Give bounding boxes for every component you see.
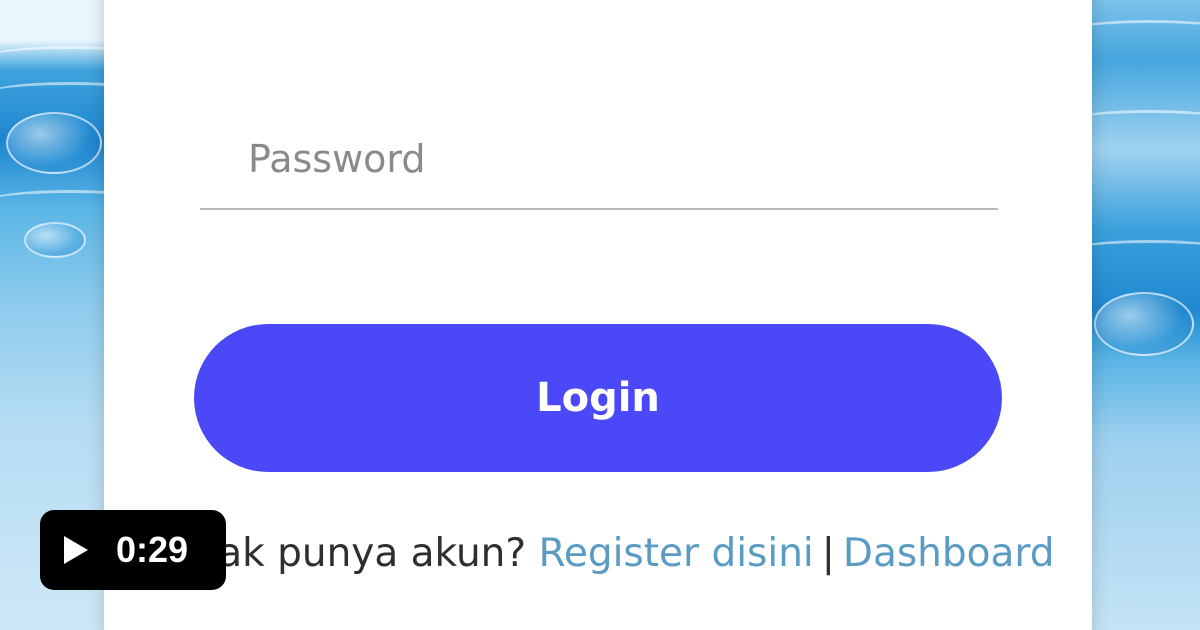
link-separator: | (821, 531, 835, 576)
screen: Login Tidak punya akun? Register disini |… (0, 0, 1200, 630)
water-bubble (1094, 292, 1194, 356)
footer-links: Tidak punya akun? Register disini | Dashbo… (160, 526, 1055, 582)
password-input[interactable] (246, 126, 990, 192)
video-duration: 0:29 (116, 529, 189, 570)
play-icon (64, 536, 88, 564)
water-bubble (6, 112, 102, 174)
login-button[interactable]: Login (194, 324, 1002, 472)
wave-decoration (1080, 240, 1200, 261)
water-background-right (1080, 0, 1200, 630)
wave-decoration (1080, 20, 1200, 41)
video-duration-badge[interactable]: 0:29 (40, 510, 226, 590)
password-field (200, 118, 998, 210)
register-link[interactable]: Register disini (539, 531, 814, 576)
wave-decoration (1080, 110, 1200, 131)
water-bubble (24, 222, 86, 258)
dashboard-link[interactable]: Dashboard (843, 531, 1055, 576)
